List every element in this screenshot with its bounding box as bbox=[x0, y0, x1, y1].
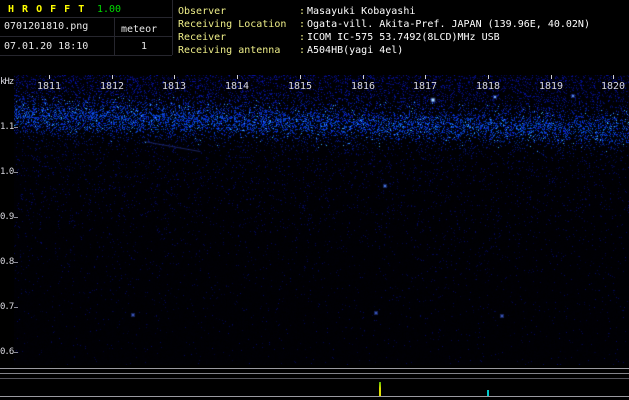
x-tick-mark bbox=[363, 75, 364, 79]
app-title: H R O F F T bbox=[8, 4, 86, 15]
x-tick-mark bbox=[425, 75, 426, 79]
info-value: A504HB(yagi 4el) bbox=[307, 45, 404, 56]
x-tick-label: 1811 bbox=[36, 81, 62, 92]
output-filename: 0701201810.png bbox=[4, 21, 89, 32]
info-label: Observer bbox=[178, 6, 227, 17]
x-tick-mark bbox=[300, 75, 301, 79]
header-gridline bbox=[0, 55, 172, 56]
x-tick-mark bbox=[237, 75, 238, 79]
x-tick-label: 1815 bbox=[287, 81, 313, 92]
info-colon: : bbox=[298, 19, 306, 30]
meteor-count: 1 bbox=[141, 41, 148, 52]
x-tick-mark bbox=[112, 75, 113, 79]
x-tick-label: 1813 bbox=[161, 81, 187, 92]
x-tick-label: 1812 bbox=[99, 81, 125, 92]
header-gridline bbox=[172, 0, 173, 55]
info-colon: : bbox=[298, 32, 306, 43]
station-info: Observer: Masayuki Kobayashi Receiving Loc… bbox=[178, 5, 590, 57]
amplitude-gridline bbox=[0, 373, 629, 374]
info-label: Receiving Location bbox=[178, 19, 287, 30]
info-value: Ogata-vill. Akita-Pref. JAPAN (139.96E, … bbox=[307, 19, 590, 30]
meteor-echo-spike bbox=[379, 382, 381, 396]
info-label: Receiver bbox=[178, 32, 227, 43]
hrofft-window: H R O F F T 1.00 0701201810.png meteor 0… bbox=[0, 0, 629, 400]
info-label: Receiving antenna bbox=[178, 45, 281, 56]
spectrogram-panel: kHz 1.1 1.0 0.9 0.8 0.7 0.6 1811 1812 1813 1814 18… bbox=[0, 75, 629, 365]
x-tick-label: 1816 bbox=[350, 81, 376, 92]
x-tick-label: 1820 bbox=[600, 81, 626, 92]
x-tick-mark bbox=[551, 75, 552, 79]
header-gridline bbox=[0, 17, 172, 18]
x-axis: 1811 1812 1813 1814 1815 1816 1817 1818 1819 1820 bbox=[0, 75, 629, 365]
amplitude-gridline bbox=[0, 378, 629, 379]
info-value: ICOM IC-575 53.7492(8LCD)MHz USB bbox=[307, 32, 500, 43]
x-tick-mark bbox=[488, 75, 489, 79]
cyan-marker bbox=[487, 390, 489, 396]
amplitude-gridline bbox=[0, 396, 629, 397]
app-version: 1.00 bbox=[97, 4, 122, 15]
mode-label: meteor bbox=[121, 24, 158, 35]
x-tick-label: 1817 bbox=[412, 81, 438, 92]
amplitude-gridline bbox=[0, 368, 629, 369]
observation-datetime: 07.01.20 18:10 bbox=[4, 41, 89, 52]
info-colon: : bbox=[298, 6, 306, 17]
header-gridline bbox=[0, 36, 172, 37]
info-colon: : bbox=[298, 45, 306, 56]
x-tick-mark bbox=[613, 75, 614, 79]
x-tick-label: 1818 bbox=[475, 81, 501, 92]
x-tick-mark bbox=[49, 75, 50, 79]
amplitude-panel bbox=[0, 366, 629, 400]
x-tick-label: 1819 bbox=[538, 81, 564, 92]
header-gridline bbox=[114, 17, 115, 55]
info-value: Masayuki Kobayashi bbox=[307, 6, 416, 17]
x-tick-mark bbox=[174, 75, 175, 79]
header: H R O F F T 1.00 0701201810.png meteor 0… bbox=[0, 0, 629, 75]
x-tick-label: 1814 bbox=[224, 81, 250, 92]
